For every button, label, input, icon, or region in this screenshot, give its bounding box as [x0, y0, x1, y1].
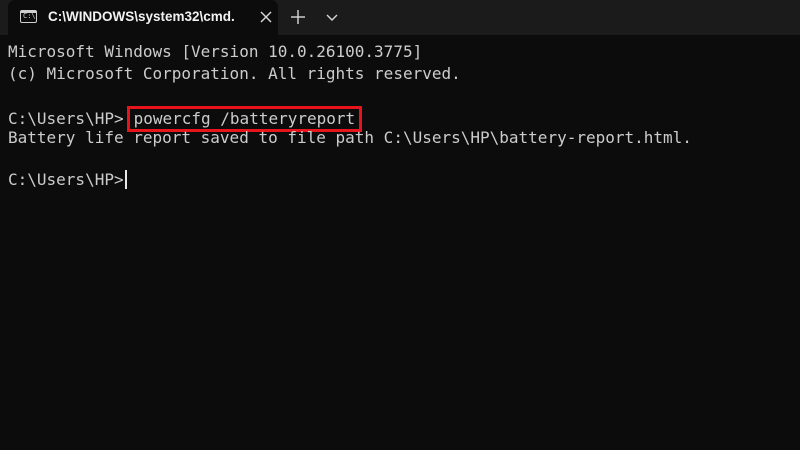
tab-title: C:\WINDOWS\system32\cmd. [48, 9, 235, 24]
plus-icon[interactable] [287, 6, 309, 28]
title-bar: C:\ C:\WINDOWS\system32\cmd. [0, 0, 800, 35]
chevron-down-icon[interactable] [322, 7, 342, 27]
cmd-icon: C:\ [20, 10, 37, 23]
copyright-line: (c) Microsoft Corporation. All rights re… [8, 64, 461, 83]
active-prompt-line[interactable]: C:\Users\HP> [8, 170, 127, 190]
terminal-output[interactable]: Microsoft Windows [Version 10.0.26100.37… [0, 35, 800, 450]
output-line: Battery life report saved to file path C… [8, 128, 692, 147]
close-icon[interactable] [256, 7, 276, 27]
prompt: C:\Users\HP> [8, 170, 124, 189]
text-cursor [124, 170, 127, 189]
tab-cmd[interactable]: C:\ C:\WINDOWS\system32\cmd. [8, 0, 278, 35]
version-line: Microsoft Windows [Version 10.0.26100.37… [8, 42, 423, 61]
prompt: C:\Users\HP> [8, 109, 124, 128]
cmd-icon-glyph: C:\ [23, 12, 36, 20]
